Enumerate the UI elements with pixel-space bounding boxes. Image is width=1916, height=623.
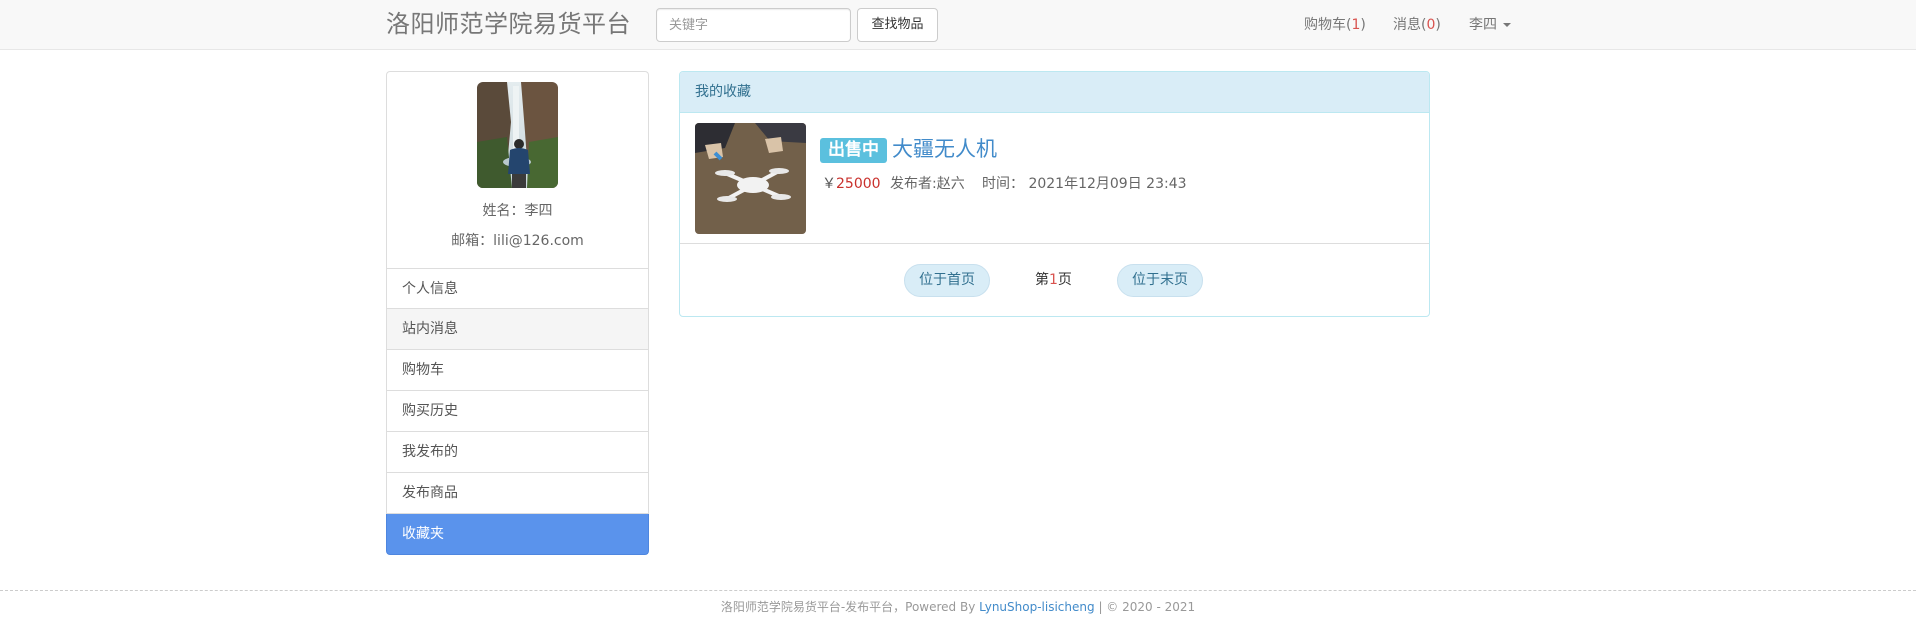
status-badge: 出售中 xyxy=(820,138,887,163)
search-input[interactable] xyxy=(656,8,851,42)
footer-divider xyxy=(0,590,1916,591)
pager-prefix: 第 xyxy=(1035,272,1049,288)
sidebar-item-profile[interactable]: 个人信息 xyxy=(386,268,649,309)
pager-current-page: 第1页 xyxy=(1035,264,1072,297)
sidebar-item-favorites[interactable]: 收藏夹 xyxy=(386,514,649,555)
user-menu-dropdown[interactable]: 李四 xyxy=(1469,0,1511,50)
footer-link[interactable]: LynuShop-lisicheng xyxy=(979,600,1094,614)
footer-copyright: © 2020 - 2021 xyxy=(1106,600,1196,614)
nav-messages-close: ) xyxy=(1435,17,1441,33)
item-seller: 发布者:赵六 xyxy=(890,176,965,192)
sidebar-item-publish[interactable]: 发布商品 xyxy=(386,473,649,514)
profile-card: 姓名：李四 邮箱：lili@126.com xyxy=(386,71,649,269)
pager-last-button[interactable]: 位于末页 xyxy=(1117,264,1203,297)
caret-down-icon xyxy=(1503,23,1511,27)
currency-symbol: ￥ xyxy=(822,176,836,192)
footer-text: 洛阳师范学院易货平台-发布平台，Powered By xyxy=(720,600,980,614)
panel-heading: 我的收藏 xyxy=(680,72,1429,113)
sidebar-item-cart[interactable]: 购物车 xyxy=(386,350,649,391)
nav-cart-close: ) xyxy=(1360,17,1366,33)
nav-cart-link[interactable]: 购物车(1) xyxy=(1304,0,1366,50)
sidebar-menu: 个人信息 站内消息 购物车 购买历史 我发布的 发布商品 收藏夹 xyxy=(386,268,649,555)
pager-first-button[interactable]: 位于首页 xyxy=(904,264,990,297)
top-navbar: 洛阳师范学院易货平台 查找物品 购物车(1) 消息(0) 李四 xyxy=(0,0,1916,50)
sidebar-item-messages[interactable]: 站内消息 xyxy=(386,309,649,350)
nav-messages-label: 消息( xyxy=(1393,17,1427,33)
pager-number: 1 xyxy=(1049,272,1058,288)
search-button[interactable]: 查找物品 xyxy=(857,8,938,42)
sidebar-item-my-posts[interactable]: 我发布的 xyxy=(386,432,649,473)
site-brand[interactable]: 洛阳师范学院易货平台 xyxy=(386,8,631,40)
pager-suffix: 页 xyxy=(1057,272,1072,288)
profile-email: 邮箱：lili@126.com xyxy=(451,233,584,249)
user-name: 李四 xyxy=(1469,17,1497,33)
sidebar-item-purchase-history[interactable]: 购买历史 xyxy=(386,391,649,432)
item-title-link[interactable]: 大疆无人机 xyxy=(892,134,997,164)
price-value: 25000 xyxy=(836,176,881,192)
avatar-photo-waterfall xyxy=(477,82,558,188)
item-time: 时间： 2021年12月09日 23:43 xyxy=(982,176,1187,192)
favorites-panel: 我的收藏 出售中 大疆无人机 ￥25000 发布者:赵六 时间： 2021年12… xyxy=(679,71,1430,317)
profile-name: 姓名：李四 xyxy=(482,203,553,219)
divider xyxy=(680,243,1429,244)
nav-cart-label: 购物车( xyxy=(1304,17,1352,33)
item-price: ￥25000 xyxy=(822,174,881,194)
avatar xyxy=(477,82,558,188)
item-thumbnail[interactable] xyxy=(695,123,806,234)
footer: 洛阳师范学院易货平台-发布平台，Powered By LynuShop-lisi… xyxy=(0,598,1916,615)
footer-sep: | xyxy=(1094,600,1107,614)
drone-photo xyxy=(695,123,806,234)
nav-messages-link[interactable]: 消息(0) xyxy=(1393,0,1441,50)
